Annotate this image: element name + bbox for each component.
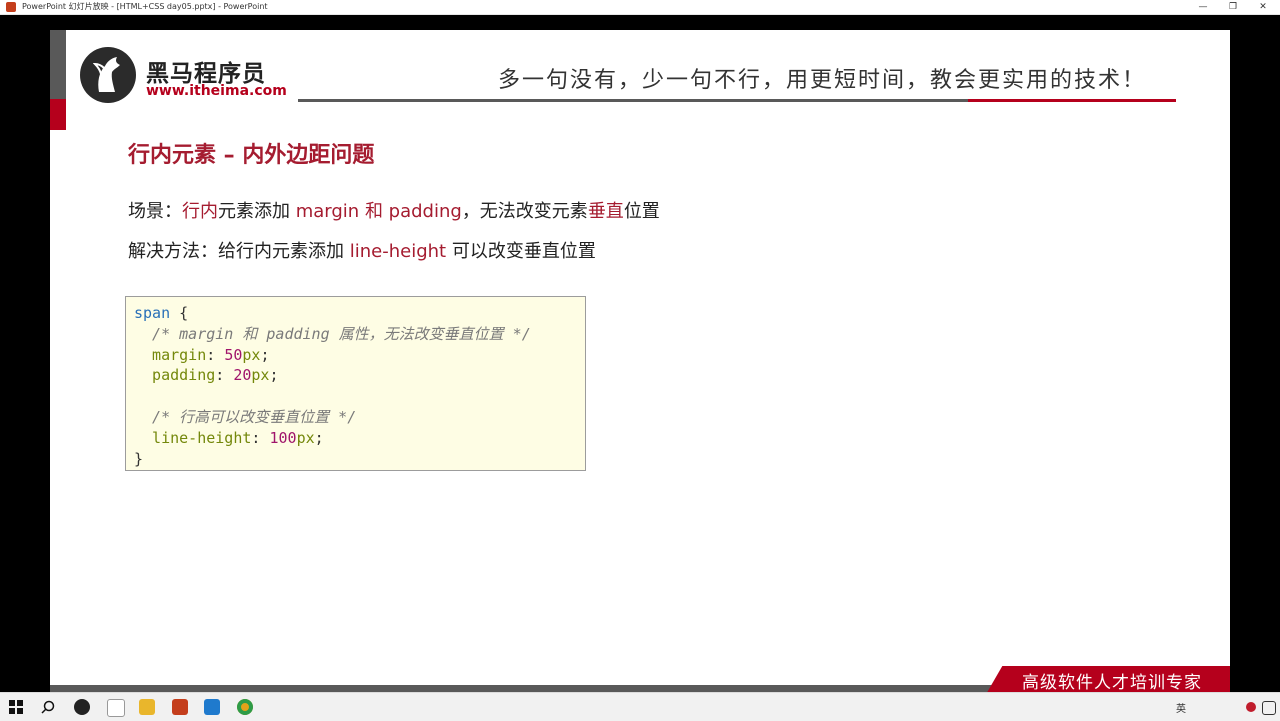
powerpoint-taskbar-icon[interactable] — [172, 699, 188, 715]
code-comment: /* 行高可以改变垂直位置 */ — [134, 407, 357, 426]
code-colon: : — [251, 428, 270, 447]
vscode-icon[interactable] — [204, 699, 220, 715]
horse-icon — [93, 57, 120, 92]
code-semicolon: ; — [260, 345, 270, 364]
app-icon-dark[interactable] — [74, 699, 90, 715]
code-unit: px — [251, 366, 270, 385]
code-semicolon: ; — [314, 428, 324, 447]
windows-taskbar: 英 — [0, 692, 1280, 721]
highlight-vertical: 垂直 — [587, 201, 624, 222]
code-number: 100 — [269, 428, 297, 447]
text-fragment: 元素添加 — [218, 201, 296, 222]
solution-label: 解决方法：给行内元素添加 — [128, 241, 350, 262]
logo-horse-icon — [80, 47, 136, 103]
code-line: margin: 50px; — [134, 345, 577, 366]
header-divider — [298, 99, 968, 102]
code-block: span { /* margin 和 padding 属性，无法改变垂直位置 *… — [125, 296, 586, 471]
code-property: line-height — [134, 428, 252, 447]
code-line: span { — [134, 303, 577, 324]
code-brace-open: { — [170, 304, 189, 322]
tray-app-icon[interactable] — [1246, 702, 1256, 712]
window-title: PowerPoint 幻灯片放映 - [HTML+CSS day05.pptx]… — [22, 2, 268, 11]
slide[interactable]: 黑马程序员 www.itheima.com 多一句没有，少一句不行，用更短时间，… — [50, 30, 1230, 693]
chrome-icon[interactable] — [237, 699, 253, 715]
code-colon: : — [215, 366, 234, 385]
code-selector: span — [134, 304, 171, 322]
text-fragment: ，无法改变元素 — [461, 201, 588, 222]
solution-line: 解决方法：给行内元素添加 line-height 可以改变垂直位置 — [128, 237, 596, 263]
minimize-button[interactable]: — — [1186, 0, 1220, 14]
highlight-margin-padding: margin 和 padding — [295, 201, 462, 222]
highlight-inline: 行内 — [182, 201, 218, 222]
highlight-line-height: line-height — [349, 241, 447, 262]
code-comment: /* margin 和 padding 属性，无法改变垂直位置 */ — [134, 324, 531, 343]
restore-button[interactable]: ❐ — [1216, 0, 1250, 14]
slogan: 多一句没有，少一句不行，用更短时间，教会更实用的技术！ — [498, 68, 1147, 93]
code-colon: : — [206, 345, 225, 364]
input-method-indicator[interactable]: 英 — [1176, 700, 1186, 715]
file-explorer-icon[interactable] — [139, 699, 155, 715]
slideshow-stage: 黑马程序员 www.itheima.com 多一句没有，少一句不行，用更短时间，… — [0, 15, 1280, 693]
slide-accent-bar-red — [50, 99, 66, 130]
scenario-label: 场景： — [128, 201, 182, 222]
footer-banner-text: 高级软件人才培训专家 — [1022, 673, 1202, 693]
code-semicolon: ; — [269, 366, 279, 385]
slide-accent-bar — [50, 30, 66, 99]
code-line: line-height: 100px; — [134, 428, 577, 449]
app-icon-text-editor[interactable] — [107, 699, 125, 717]
code-property: padding — [134, 366, 216, 385]
search-icon[interactable] — [41, 700, 55, 714]
code-brace-close: } — [134, 449, 144, 468]
windows-start-icon[interactable] — [9, 700, 23, 714]
code-unit: px — [296, 428, 315, 447]
code-property: margin — [134, 345, 207, 364]
code-number: 20 — [233, 366, 252, 385]
powerpoint-app-icon — [6, 2, 16, 12]
header-divider-accent — [968, 99, 1176, 102]
close-button[interactable]: ✕ — [1246, 0, 1280, 14]
code-line: padding: 20px; — [134, 365, 577, 386]
code-unit: px — [242, 345, 261, 364]
window-titlebar: PowerPoint 幻灯片放映 - [HTML+CSS day05.pptx]… — [0, 0, 1280, 15]
text-fragment: 可以改变垂直位置 — [446, 241, 596, 262]
slide-heading: 行内元素 – 内外边距问题 — [128, 143, 375, 168]
scenario-line: 场景：行内元素添加 margin 和 padding，无法改变元素垂直位置 — [128, 197, 660, 223]
text-fragment: 位置 — [623, 201, 660, 222]
logo-url: www.itheima.com — [146, 83, 287, 99]
code-number: 50 — [224, 345, 243, 364]
notification-icon[interactable] — [1262, 701, 1276, 715]
